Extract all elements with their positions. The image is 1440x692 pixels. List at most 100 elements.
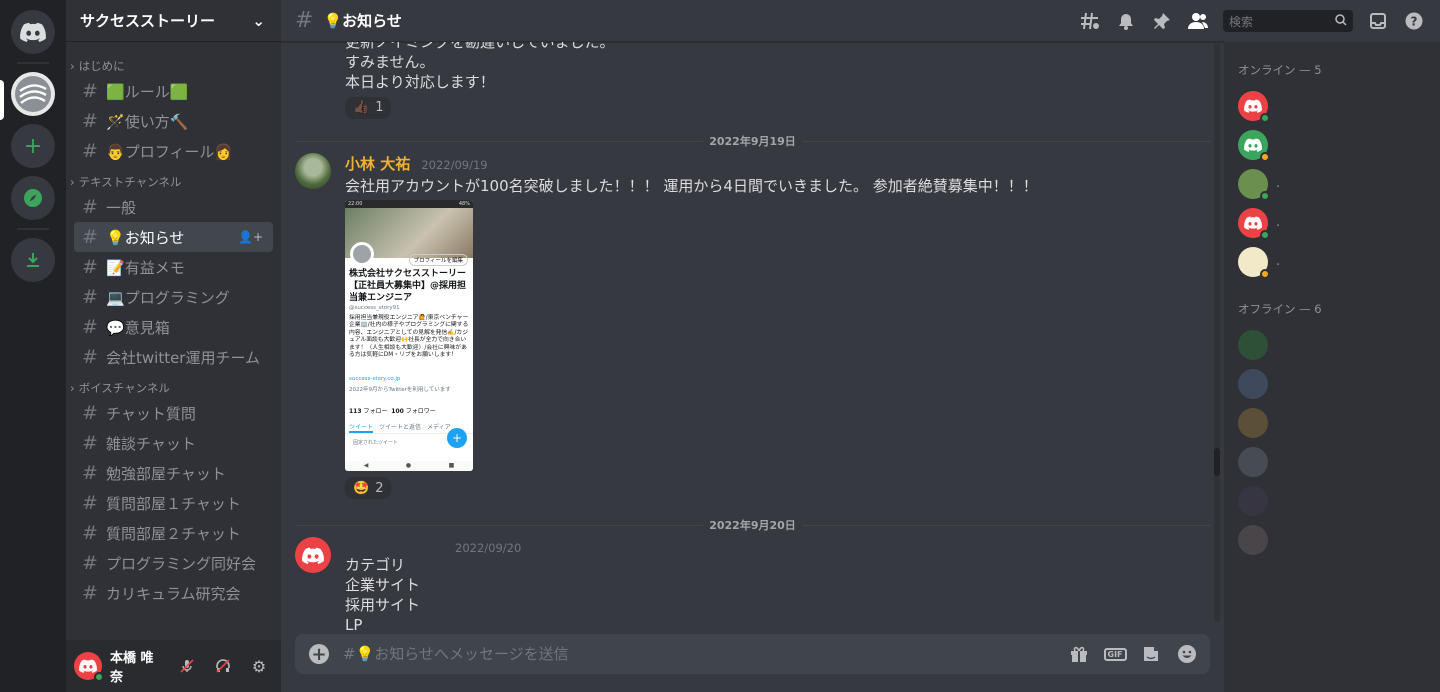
message-author[interactable]: 小林 大祐	[345, 155, 410, 173]
reaction-button[interactable]: 🤩 2	[345, 477, 392, 499]
channel-name: 雑談チャット	[106, 433, 196, 454]
member-list-icon[interactable]	[1187, 10, 1209, 32]
avatar	[1238, 329, 1268, 360]
header-toolbar: 検索 ?	[1067, 0, 1440, 42]
reaction-emoji: 🤩	[353, 480, 370, 496]
sticker-icon[interactable]	[1140, 643, 1162, 665]
chat-area: # 💡お知らせ 更新ノイミングを勘違いしていました。 すみません。 本日より対応…	[281, 0, 1224, 692]
date-divider: 2022年9月20日	[295, 515, 1210, 535]
status-time: 22:00	[348, 200, 363, 207]
channel-name: 一般	[106, 197, 136, 218]
server-name: サクセスストーリー	[80, 12, 216, 30]
mute-mic-icon[interactable]	[173, 652, 201, 680]
member-offline-0[interactable]	[1238, 325, 1432, 364]
online-status-icon	[94, 672, 104, 682]
add-server-icon[interactable]: +	[11, 124, 55, 168]
phone-status-bar: 22:00 48%	[345, 199, 473, 208]
chevron-icon: ›	[70, 381, 75, 395]
channel-text-3[interactable]: # 💻プログラミング	[74, 282, 273, 312]
message-line: すみません。	[345, 53, 435, 71]
avatar	[1238, 407, 1268, 438]
avatar	[1238, 368, 1268, 399]
online-category: オンライン — 5	[1238, 63, 1322, 77]
channel-voice-3[interactable]: # 質問部屋１チャット	[74, 488, 273, 518]
avatar[interactable]	[295, 152, 331, 189]
member-offline-3[interactable]	[1238, 442, 1432, 481]
avatar[interactable]	[74, 652, 104, 682]
message-input[interactable]	[343, 645, 1054, 663]
channel-voice-0[interactable]: # チャット質問	[74, 398, 273, 428]
category-intro[interactable]: › はじめに	[66, 56, 281, 76]
member-offline-1[interactable]	[1238, 364, 1432, 403]
message-timestamp: 2022/09/19	[421, 157, 488, 172]
gear-icon[interactable]: ⚙	[245, 652, 273, 680]
svg-text:?: ?	[1411, 15, 1418, 29]
channel-name: 📝有益メモ	[106, 257, 185, 278]
member-online-2[interactable]: .	[1238, 164, 1432, 203]
download-apps-icon[interactable]	[11, 238, 55, 282]
channel-text-4[interactable]: # 💬意見箱	[74, 312, 273, 342]
hash-icon: #	[82, 522, 98, 544]
channel-intro-1[interactable]: # 🪄使い方🔨	[74, 106, 273, 136]
status-icon	[1260, 151, 1270, 162]
hash-icon: #	[82, 402, 98, 424]
avatar	[1238, 129, 1270, 162]
channel-text-1[interactable]: # 💡お知らせ 👤+	[74, 222, 273, 252]
tab-media: メディア	[427, 423, 451, 431]
image-attachment[interactable]: 22:00 48% プロフィールを編集 株式会社サクセスストーリー【正社員大募集中…	[345, 199, 473, 471]
message-list[interactable]: 更新ノイミングを勘違いしていました。 すみません。 本日より対応します！ 👍🏿 1…	[281, 42, 1224, 630]
channel-intro-0[interactable]: # 🟩ルール🟩	[74, 76, 273, 106]
channel-text-2[interactable]: # 📝有益メモ	[74, 252, 273, 282]
member-offline-4[interactable]	[1238, 481, 1432, 520]
channel-text-0[interactable]: # 一般	[74, 192, 273, 222]
channel-voice-5[interactable]: # プログラミング同好会	[74, 548, 273, 578]
scrollbar-thumb[interactable]	[1214, 448, 1220, 476]
member-online-4[interactable]: .	[1238, 242, 1432, 281]
help-icon[interactable]: ?	[1403, 10, 1425, 32]
category-label: テキストチャンネル	[78, 175, 182, 189]
channel-voice-2[interactable]: # 勉強部屋チャット	[74, 458, 273, 488]
reaction-emoji: 👍🏿	[353, 100, 370, 115]
member-online-1[interactable]	[1238, 125, 1432, 164]
member-offline-2[interactable]	[1238, 403, 1432, 442]
pin-icon[interactable]	[1151, 10, 1173, 32]
scrollbar-track[interactable]	[1214, 42, 1220, 622]
gift-icon[interactable]	[1068, 643, 1090, 665]
category-text[interactable]: › テキストチャンネル	[66, 172, 281, 192]
edit-profile-button: プロフィールを編集	[408, 253, 468, 266]
discord-home-icon[interactable]	[11, 10, 55, 54]
member-online-3[interactable]: .	[1238, 203, 1432, 242]
server-success-story-icon[interactable]	[11, 72, 55, 116]
search-input[interactable]: 検索	[1223, 10, 1353, 32]
notification-bell-icon[interactable]	[1115, 10, 1137, 32]
hash-icon: #	[82, 110, 98, 132]
channel-name: 質問部屋２チャット	[106, 523, 241, 544]
channel-voice-6[interactable]: # カリキュラム研究会	[74, 578, 273, 608]
channel-emoji: 👨	[106, 142, 125, 161]
status-icon	[1260, 112, 1270, 123]
category-voice[interactable]: › ボイスチャンネル	[66, 378, 281, 398]
search-icon	[1335, 13, 1347, 29]
category-label: はじめに	[78, 59, 125, 73]
channel-name: 会社twitter運用チーム	[106, 347, 260, 368]
member-offline-5[interactable]	[1238, 520, 1432, 559]
member-online-0[interactable]	[1238, 86, 1432, 125]
channel-voice-1[interactable]: # 雑談チャット	[74, 428, 273, 458]
gif-icon[interactable]: GIF	[1103, 643, 1127, 665]
deafen-headphones-icon[interactable]	[209, 652, 237, 680]
emoji-picker-icon[interactable]	[1176, 643, 1198, 665]
threads-icon[interactable]	[1079, 10, 1101, 32]
reaction-button[interactable]: 👍🏿 1	[345, 96, 392, 119]
channel-text-5[interactable]: # 会社twitter運用チーム	[74, 342, 273, 372]
chevron-down-icon[interactable]: ⌄	[252, 12, 265, 30]
channel-label: プログラミング	[124, 288, 230, 307]
server-header[interactable]: サクセスストーリー ⌄	[66, 0, 281, 42]
channel-intro-2[interactable]: # 👨プロフィール👩	[74, 136, 273, 166]
channel-label: ルール	[124, 82, 170, 101]
explore-compass-icon[interactable]	[11, 176, 55, 220]
invite-user-icon[interactable]: 👤+	[238, 230, 263, 244]
inbox-icon[interactable]	[1367, 10, 1389, 32]
upload-plus-icon[interactable]: +	[309, 644, 329, 665]
channel-voice-4[interactable]: # 質問部屋２チャット	[74, 518, 273, 548]
avatar[interactable]	[295, 537, 331, 573]
